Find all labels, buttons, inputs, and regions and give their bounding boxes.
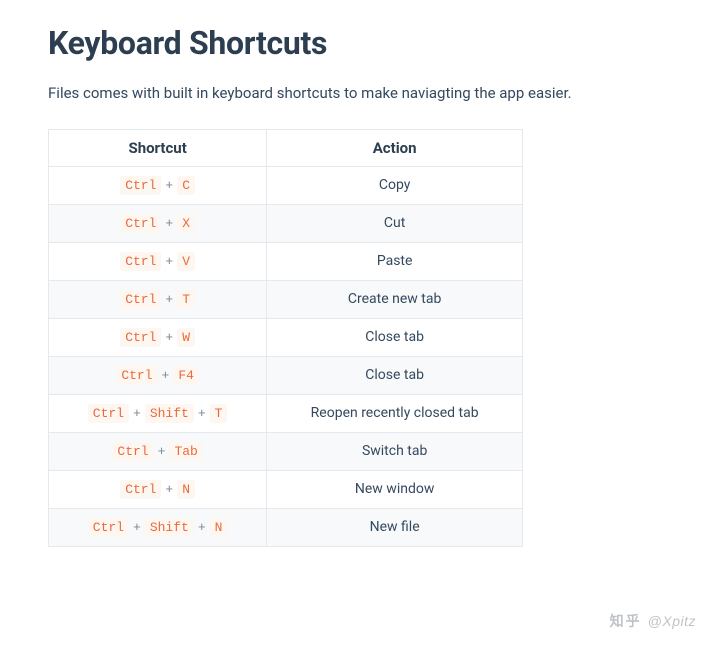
action-cell: Paste: [267, 242, 523, 280]
action-cell: New file: [267, 508, 523, 546]
key-badge: Ctrl: [88, 518, 129, 537]
key-separator: +: [161, 482, 177, 497]
key-badge: Tab: [169, 442, 202, 461]
key-badge: X: [177, 214, 195, 233]
col-header-shortcut: Shortcut: [49, 129, 267, 166]
key-badge: T: [210, 404, 228, 423]
key-badge: Ctrl: [120, 290, 161, 309]
intro-text: Files comes with built in keyboard short…: [48, 82, 672, 105]
key-badge: Ctrl: [120, 176, 161, 195]
table-row: Ctrl+WClose tab: [49, 318, 523, 356]
shortcut-cell: Ctrl+Tab: [49, 432, 267, 470]
shortcut-cell: Ctrl+V: [49, 242, 267, 280]
key-separator: +: [161, 254, 177, 269]
shortcut-cell: Ctrl+F4: [49, 356, 267, 394]
key-separator: +: [158, 368, 174, 383]
shortcut-cell: Ctrl+T: [49, 280, 267, 318]
key-separator: +: [194, 520, 210, 535]
key-separator: +: [161, 216, 177, 231]
shortcut-cell: Ctrl+N: [49, 470, 267, 508]
key-separator: +: [161, 178, 177, 193]
table-row: Ctrl+Shift+TReopen recently closed tab: [49, 394, 523, 432]
table-row: Ctrl+CCopy: [49, 166, 523, 204]
key-badge: Ctrl: [120, 480, 161, 499]
key-badge: V: [177, 252, 195, 271]
shortcut-cell: Ctrl+Shift+N: [49, 508, 267, 546]
shortcut-cell: Ctrl+X: [49, 204, 267, 242]
key-badge: Ctrl: [116, 366, 157, 385]
action-cell: Close tab: [267, 356, 523, 394]
key-separator: +: [154, 444, 170, 459]
watermark-logo: 知乎: [610, 613, 642, 629]
action-cell: New window: [267, 470, 523, 508]
table-row: Ctrl+TCreate new tab: [49, 280, 523, 318]
table-row: Ctrl+F4Close tab: [49, 356, 523, 394]
key-badge: C: [177, 176, 195, 195]
page-title: Keyboard Shortcuts: [48, 24, 672, 62]
watermark-text: @Xpitz: [648, 613, 696, 629]
shortcut-cell: Ctrl+C: [49, 166, 267, 204]
key-separator: +: [194, 406, 210, 421]
table-row: Ctrl+NNew window: [49, 470, 523, 508]
action-cell: Switch tab: [267, 432, 523, 470]
shortcut-cell: Ctrl+W: [49, 318, 267, 356]
table-row: Ctrl+XCut: [49, 204, 523, 242]
key-badge: W: [177, 328, 195, 347]
key-badge: N: [210, 518, 228, 537]
shortcuts-table: Shortcut Action Ctrl+CCopyCtrl+XCutCtrl+…: [48, 129, 523, 547]
action-cell: Cut: [267, 204, 523, 242]
table-row: Ctrl+TabSwitch tab: [49, 432, 523, 470]
key-separator: +: [161, 292, 177, 307]
key-badge: F4: [173, 366, 199, 385]
watermark: 知乎 @Xpitz: [610, 611, 696, 631]
key-separator: +: [129, 520, 145, 535]
key-separator: +: [129, 406, 145, 421]
key-badge: Ctrl: [120, 328, 161, 347]
key-badge: Ctrl: [88, 404, 129, 423]
key-separator: +: [161, 330, 177, 345]
key-badge: Ctrl: [120, 252, 161, 271]
key-badge: Shift: [145, 518, 194, 537]
key-badge: Shift: [145, 404, 194, 423]
shortcut-cell: Ctrl+Shift+T: [49, 394, 267, 432]
table-row: Ctrl+Shift+NNew file: [49, 508, 523, 546]
col-header-action: Action: [267, 129, 523, 166]
action-cell: Close tab: [267, 318, 523, 356]
action-cell: Reopen recently closed tab: [267, 394, 523, 432]
action-cell: Create new tab: [267, 280, 523, 318]
table-row: Ctrl+VPaste: [49, 242, 523, 280]
key-badge: Ctrl: [120, 214, 161, 233]
key-badge: Ctrl: [112, 442, 153, 461]
key-badge: T: [177, 290, 195, 309]
key-badge: N: [177, 480, 195, 499]
action-cell: Copy: [267, 166, 523, 204]
